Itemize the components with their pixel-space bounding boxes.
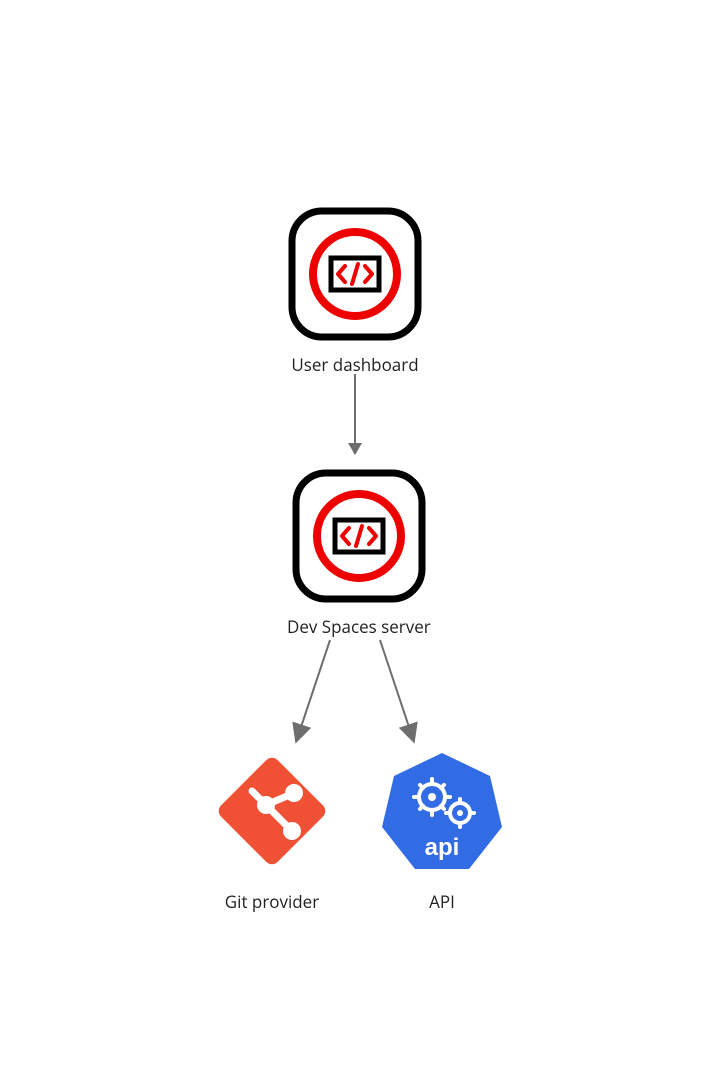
node-label: User dashboard (291, 353, 418, 376)
kubernetes-api-icon: api (374, 743, 510, 884)
node-label: API (429, 890, 455, 913)
node-label: Git provider (225, 890, 319, 913)
node-label: Dev Spaces server (287, 615, 431, 638)
arrow-user-to-server (354, 374, 356, 454)
node-user-dashboard: User dashboard (287, 206, 423, 376)
node-dev-spaces-server: Dev Spaces server (287, 468, 431, 638)
node-git-provider: Git provider (204, 743, 340, 913)
git-icon (204, 743, 340, 884)
node-api: api API (374, 743, 510, 913)
devspaces-icon (287, 206, 423, 347)
api-badge-text: api (425, 834, 460, 861)
architecture-diagram: User dashboard Dev Spaces server (0, 0, 710, 1075)
devspaces-icon (291, 468, 427, 609)
